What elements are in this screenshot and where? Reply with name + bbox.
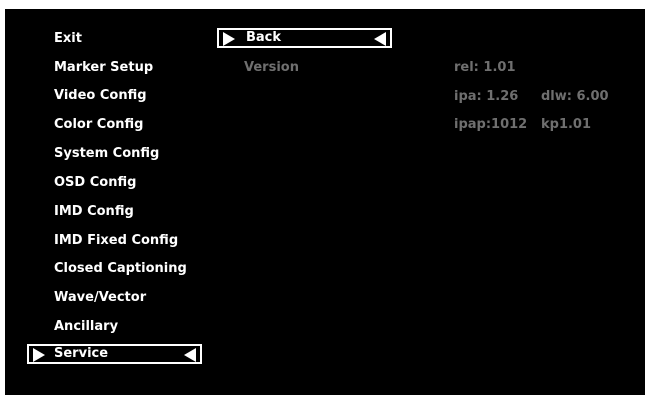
- kp-version: kp1.01: [541, 117, 592, 132]
- menu-item-label: Wave/Vector: [54, 290, 147, 305]
- menu-item-label: Marker Setup: [54, 60, 154, 75]
- ipap-version: ipap:1012: [454, 117, 528, 132]
- menu-item-label: Color Config: [54, 117, 144, 132]
- selection-arrow-left-icon: [374, 32, 386, 46]
- menu-item-label: Closed Captioning: [54, 261, 187, 276]
- version-item: Version: [244, 60, 299, 75]
- menu-item-label: IMD Config: [54, 204, 134, 219]
- menu-item-label: Ancillary: [54, 319, 119, 334]
- menu-item-label: Exit: [54, 31, 82, 46]
- osd-screen: Exit Marker Setup Video Config Color Con…: [5, 9, 645, 395]
- dlw-version: dlw: 6.00: [541, 89, 609, 104]
- menu-item-label: OSD Config: [54, 175, 137, 190]
- menu-item-label: IMD Fixed Config: [54, 233, 179, 248]
- menu-item-service[interactable]: Service: [27, 344, 202, 364]
- back-label: Back: [246, 30, 282, 45]
- selection-arrow-right-icon: [33, 348, 45, 362]
- rel-version: rel: 1.01: [454, 60, 516, 75]
- selection-arrow-right-icon: [223, 32, 235, 46]
- menu-item-label: Video Config: [54, 88, 147, 103]
- ipa-version: ipa: 1.26: [454, 89, 519, 104]
- menu-item-label: System Config: [54, 146, 160, 161]
- menu-item-label: Service: [54, 346, 109, 361]
- back-button[interactable]: Back: [217, 28, 392, 48]
- selection-arrow-left-icon: [184, 348, 196, 362]
